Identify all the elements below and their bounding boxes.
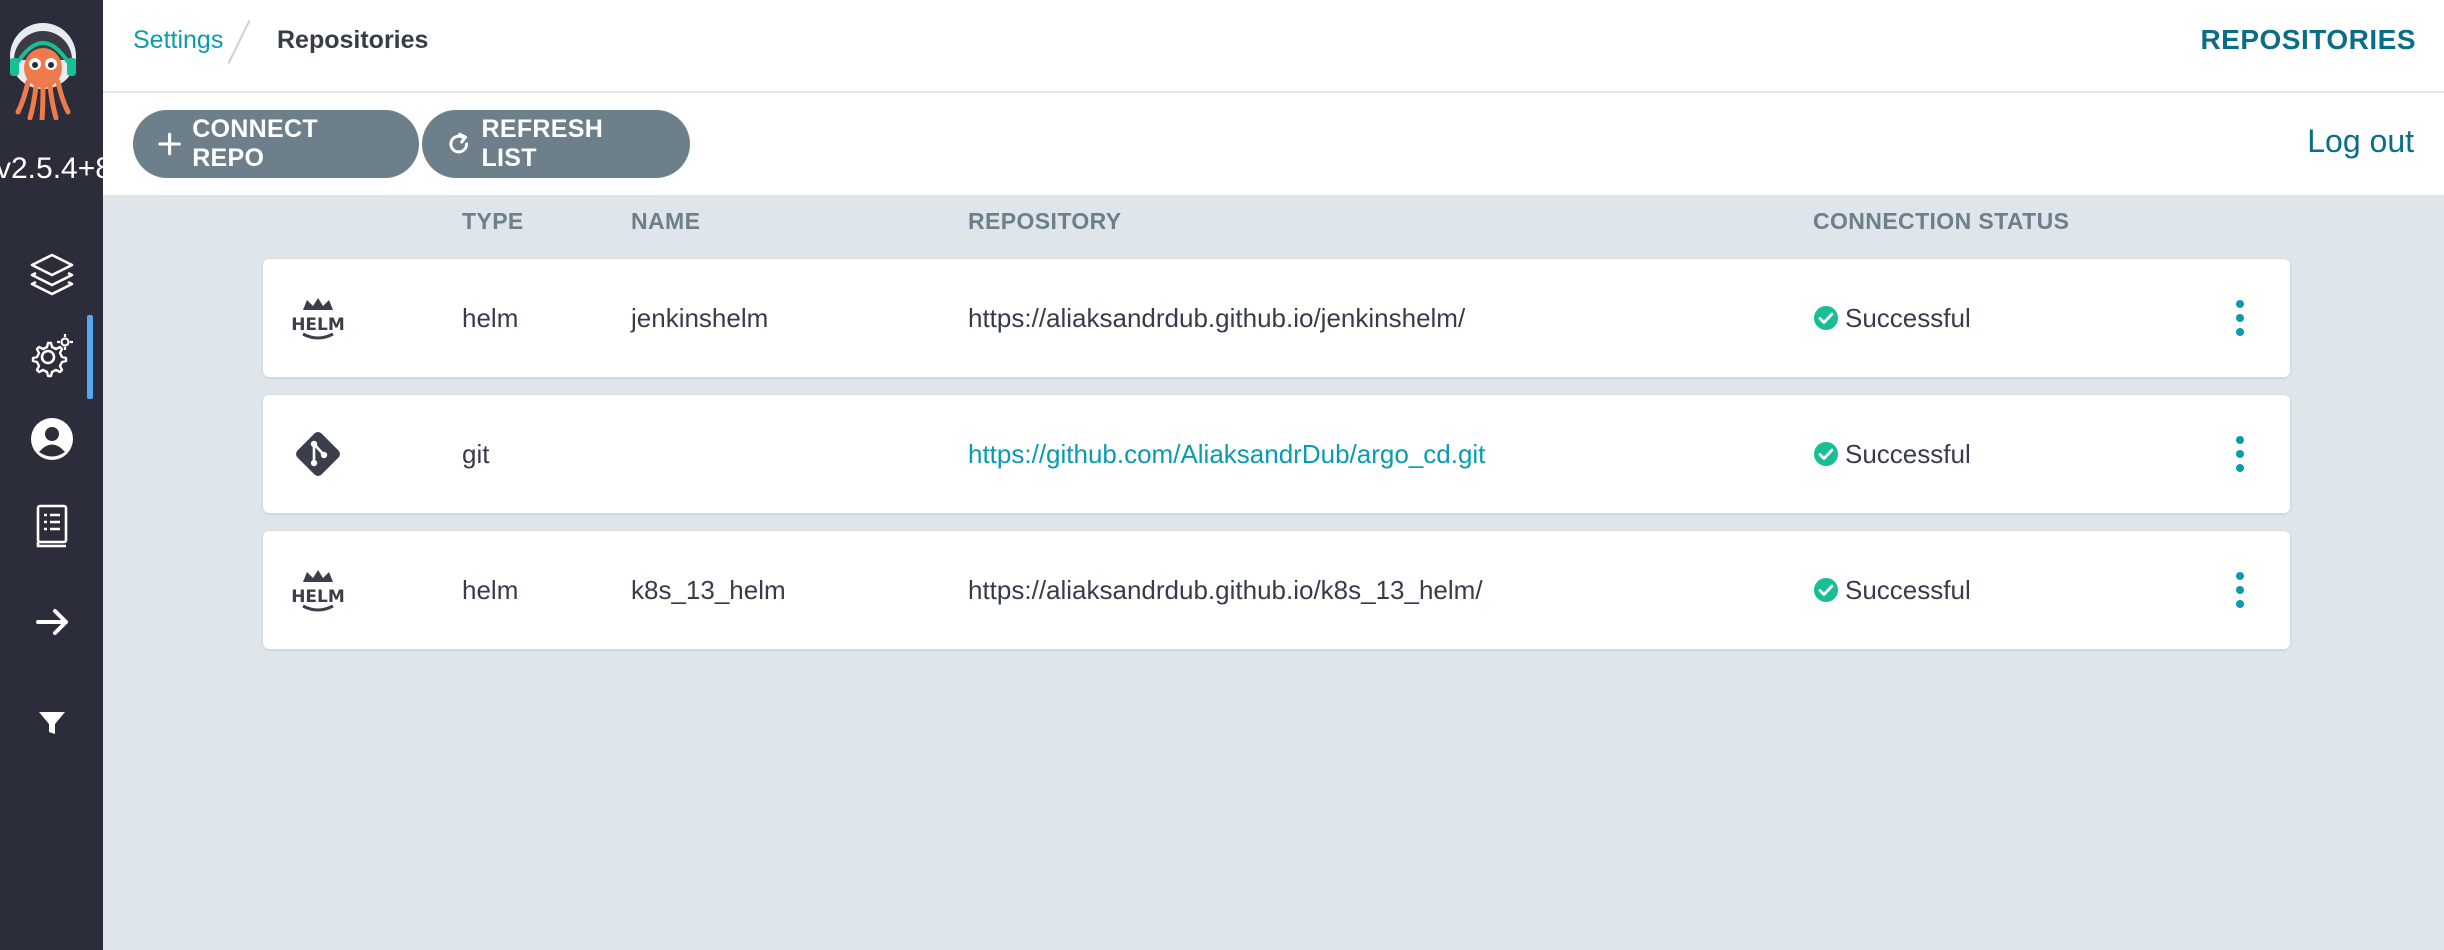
status-label: Successful [1845,438,1971,469]
table-row[interactable]: HELM helm jenkinshelm https://aliaksandr… [263,259,2290,377]
git-icon [296,432,340,476]
breadcrumb-settings[interactable]: Settings [133,26,223,55]
more-vertical-icon [2236,300,2244,336]
check-circle-icon [1814,442,1838,466]
page-title: REPOSITORIES [2200,24,2416,55]
column-header-type: TYPE [462,208,524,234]
table-header: TYPE NAME REPOSITORY CONNECTION STATUS [0,208,2444,238]
helm-icon: HELM [291,298,345,340]
connect-repo-label: CONNECT REPO [192,115,318,172]
row-type: git [462,438,490,469]
svg-text:HELM: HELM [291,315,345,335]
nav-user-info[interactable] [0,399,103,479]
check-circle-icon [1814,306,1838,330]
plus-icon [158,132,181,156]
nav-filter[interactable] [0,682,103,762]
row-actions-menu[interactable] [2225,395,2255,513]
connection-status: Successful [1813,395,1971,513]
row-actions-menu[interactable] [2225,531,2255,649]
refresh-list-label: REFRESH LIST [481,115,604,172]
column-header-repository: REPOSITORY [968,208,1122,234]
breadcrumb-current: Repositories [277,26,429,54]
row-repository-link[interactable]: https://github.com/AliaksandrDub/argo_cd… [968,395,1485,513]
docs-icon [36,504,67,548]
svg-text:HELM: HELM [291,587,345,607]
refresh-icon [449,132,469,154]
refresh-list-button[interactable]: REFRESH LIST [422,110,690,178]
status-label: Successful [1845,302,1971,333]
row-name: k8s_13_helm [631,574,786,605]
row-type: helm [462,574,519,605]
connection-status: Successful [1813,259,1971,377]
top-bar: Settings Repositories REPOSITORIES [103,0,2444,92]
logout-link[interactable]: Log out [2307,123,2414,160]
row-repository-url: https://aliaksandrdub.github.io/k8s_13_h… [968,574,1483,605]
row-actions-menu[interactable] [2225,259,2255,377]
filter-icon [38,712,65,734]
nav-documentation[interactable] [0,486,103,566]
more-vertical-icon [2236,436,2244,472]
column-header-connection-status: CONNECTION STATUS [1813,208,2070,234]
connection-status: Successful [1813,531,1971,649]
nav-applications[interactable] [0,233,103,313]
argo-logo[interactable] [4,20,82,120]
row-type: helm [462,302,519,333]
row-repository-url: https://aliaksandrdub.github.io/jenkinsh… [968,302,1466,333]
nav-settings[interactable] [0,315,103,399]
nav-expand[interactable] [0,582,103,662]
check-circle-icon [1814,578,1838,602]
more-vertical-icon [2236,572,2244,608]
version-label: v2.5.4+8 [0,152,103,185]
row-name: jenkinshelm [631,302,769,333]
status-label: Successful [1845,574,1971,605]
table-row[interactable]: HELM helm k8s_13_helm https://aliaksandr… [263,531,2290,649]
layers-icon [30,253,73,296]
sidebar: v2.5.4+8 [0,0,103,950]
breadcrumb-separator [227,19,251,65]
column-header-name: NAME [631,208,701,234]
toolbar: CONNECT REPO REFRESH LIST Log out [103,93,2444,195]
arrow-right-icon [35,609,68,635]
user-icon [30,418,73,460]
helm-icon: HELM [291,570,345,612]
table-row[interactable]: git https://github.com/AliaksandrDub/arg… [263,395,2290,513]
gear-icon [31,334,73,378]
connect-repo-button[interactable]: CONNECT REPO [133,110,419,178]
